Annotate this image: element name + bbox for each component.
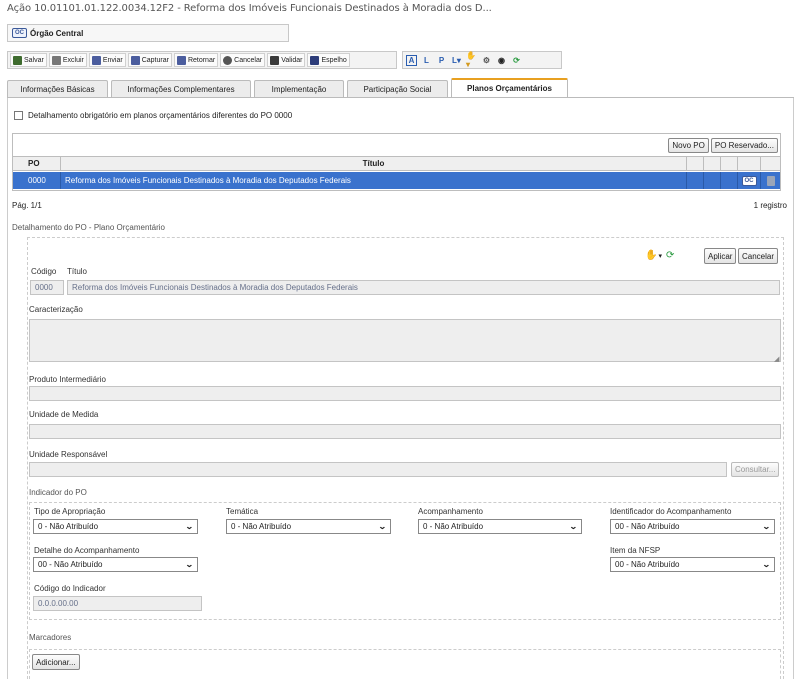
oc-badge: OC	[12, 28, 27, 38]
header-po[interactable]: PO	[28, 157, 58, 170]
po-grid: Novo PO PO Reservado... PO Título 0000 R…	[12, 133, 781, 191]
produto-label: Produto Intermediário	[29, 375, 106, 384]
detalhe-label: Detalhe do Acompanhamento	[34, 546, 140, 555]
codigo-field[interactable]: 0000	[30, 280, 64, 295]
chevron-down-icon: ⌄	[185, 522, 195, 531]
acompanhamento-label: Acompanhamento	[418, 507, 483, 516]
chevron-down-icon: ⌄	[185, 560, 195, 569]
nfsp-label: Item da NFSP	[610, 546, 661, 555]
header-titulo[interactable]: Título	[61, 157, 686, 170]
marcadores-box	[29, 649, 781, 679]
identificador-label: Identificador do Acompanhamento	[610, 507, 732, 516]
p-format-icon[interactable]: P	[436, 55, 447, 66]
tab-planos-orcamentarios[interactable]: Planos Orçamentários	[451, 78, 568, 97]
return-button[interactable]: Retornar	[173, 53, 219, 67]
chevron-down-icon: ⌄	[378, 522, 388, 531]
monitor-send-icon	[91, 55, 101, 65]
cancel-button[interactable]: Cancelar	[738, 248, 779, 264]
undo-icon	[223, 55, 233, 65]
identificador-select[interactable]: 00 - Não Atribuído ⌄	[610, 519, 775, 534]
tipo-apropriacao-label: Tipo de Apropriação	[34, 507, 106, 516]
row-po: 0000	[28, 176, 46, 185]
po-reserved-button[interactable]: PO Reservado...	[710, 137, 778, 153]
unidade-responsavel-label: Unidade Responsável	[29, 450, 108, 459]
titulo-label: Título	[67, 267, 88, 276]
monitor-capture-icon	[130, 55, 140, 65]
resize-handle-icon[interactable]: ◢	[774, 355, 779, 363]
codigo-label: Código	[31, 267, 57, 276]
detalhe-select[interactable]: 00 - Não Atribuído ⌄	[33, 557, 198, 572]
marcadores-section-title: Marcadores	[29, 633, 72, 642]
send-button[interactable]: Enviar	[88, 53, 126, 67]
consultar-button[interactable]: Consultar...	[731, 462, 780, 477]
indicador-section-title: Indicador do PO	[29, 488, 87, 497]
grid-header: PO Título	[13, 156, 780, 171]
save-icon	[13, 55, 22, 65]
unidade-medida-field[interactable]	[29, 424, 781, 439]
apply-button[interactable]: Aplicar	[704, 248, 737, 264]
a-format-icon[interactable]: A	[406, 54, 417, 66]
detalhamento-checkbox[interactable]	[14, 111, 23, 120]
tab-bar: Informações Básicas Informações Compleme…	[7, 78, 568, 98]
hand-dropdown-icon[interactable]: ✋▾	[466, 51, 477, 69]
tab-participacao-social[interactable]: Participação Social	[347, 80, 448, 97]
validate-button[interactable]: Validar	[267, 53, 306, 67]
gear-icon[interactable]: ⚙	[481, 55, 492, 66]
titulo-field[interactable]: Reforma dos Imóveis Funcionais Destinado…	[67, 280, 780, 295]
new-po-button[interactable]: Novo PO	[668, 137, 709, 153]
add-marcador-button[interactable]: Adicionar...	[32, 654, 80, 670]
row-oc-badge: OC	[741, 175, 757, 186]
eye-icon[interactable]: ◉	[496, 55, 507, 66]
tab-informacoes-basicas[interactable]: Informações Básicas	[7, 80, 108, 97]
tematica-select[interactable]: 0 - Não Atribuído ⌄	[226, 519, 391, 534]
orgao-box: OC Órgão Central	[7, 24, 289, 42]
tab-informacoes-complementares[interactable]: Informações Complementares	[111, 80, 251, 97]
trash-icon	[51, 55, 61, 65]
tipo-apropriacao-select[interactable]: 0 - Não Atribuído ⌄	[33, 519, 198, 534]
row-trash-icon[interactable]	[763, 172, 779, 189]
codigo-indicador-label: Código do Indicador	[34, 584, 106, 593]
tematica-label: Temática	[226, 507, 259, 516]
table-row[interactable]: 0000 Reforma dos Imóveis Funcionais Dest…	[13, 172, 780, 189]
hand-dropdown-icon[interactable]: ✋ ▾ ⟳	[645, 250, 674, 261]
mirror-button[interactable]: Espelho	[307, 53, 350, 67]
record-count: 1 registro	[753, 201, 787, 210]
detalhamento-checkbox-label: Detalhamento obrigatório em planos orçam…	[28, 111, 293, 120]
save-button[interactable]: Salvar	[10, 53, 47, 67]
unidade-medida-label: Unidade de Medida	[29, 410, 99, 419]
caracterizacao-textarea[interactable]	[29, 319, 781, 362]
main-toolbar: Salvar Excluir Enviar Capturar Retornar …	[7, 51, 397, 69]
printer-icon	[310, 55, 320, 65]
unidade-responsavel-field[interactable]	[29, 462, 727, 477]
page-title: Ação 10.01101.01.122.0034.12F2 - Reforma…	[7, 3, 492, 14]
nfsp-select[interactable]: 00 - Não Atribuído ⌄	[610, 557, 775, 572]
secondary-toolbar: A L P L▾ ✋▾ ⚙ ◉ ⟳	[402, 51, 562, 69]
detail-section-title: Detalhamento do PO - Plano Orçamentário	[12, 223, 165, 232]
chevron-down-icon: ⌄	[762, 522, 772, 531]
l-dropdown-icon[interactable]: L▾	[451, 55, 462, 66]
orgao-label: Órgão Central	[30, 28, 84, 38]
chevron-down-icon: ⌄	[569, 522, 579, 531]
produto-field[interactable]	[29, 386, 781, 401]
refresh-icon[interactable]: ⟳	[511, 55, 522, 66]
monitor-return-icon	[176, 55, 186, 65]
cancel-toolbar-button[interactable]: Cancelar	[220, 53, 266, 67]
row-titulo: Reforma dos Imóveis Funcionais Destinado…	[65, 176, 351, 185]
delete-button[interactable]: Excluir	[48, 53, 87, 67]
chevron-down-icon: ⌄	[762, 560, 772, 569]
page-indicator: Pág. 1/1	[12, 201, 42, 210]
grid-toolbar: Novo PO PO Reservado...	[13, 134, 780, 156]
caracterizacao-label: Caracterização	[29, 305, 83, 314]
capture-button[interactable]: Capturar	[127, 53, 172, 67]
l-format-icon[interactable]: L	[421, 55, 432, 66]
codigo-indicador-field[interactable]: 0.0.0.00.00	[33, 596, 202, 611]
tab-implementacao[interactable]: Implementação	[254, 80, 344, 97]
hand-check-icon	[270, 55, 280, 65]
acompanhamento-select[interactable]: 0 - Não Atribuído ⌄	[418, 519, 582, 534]
detalhamento-checkbox-row: Detalhamento obrigatório em planos orçam…	[14, 111, 292, 120]
